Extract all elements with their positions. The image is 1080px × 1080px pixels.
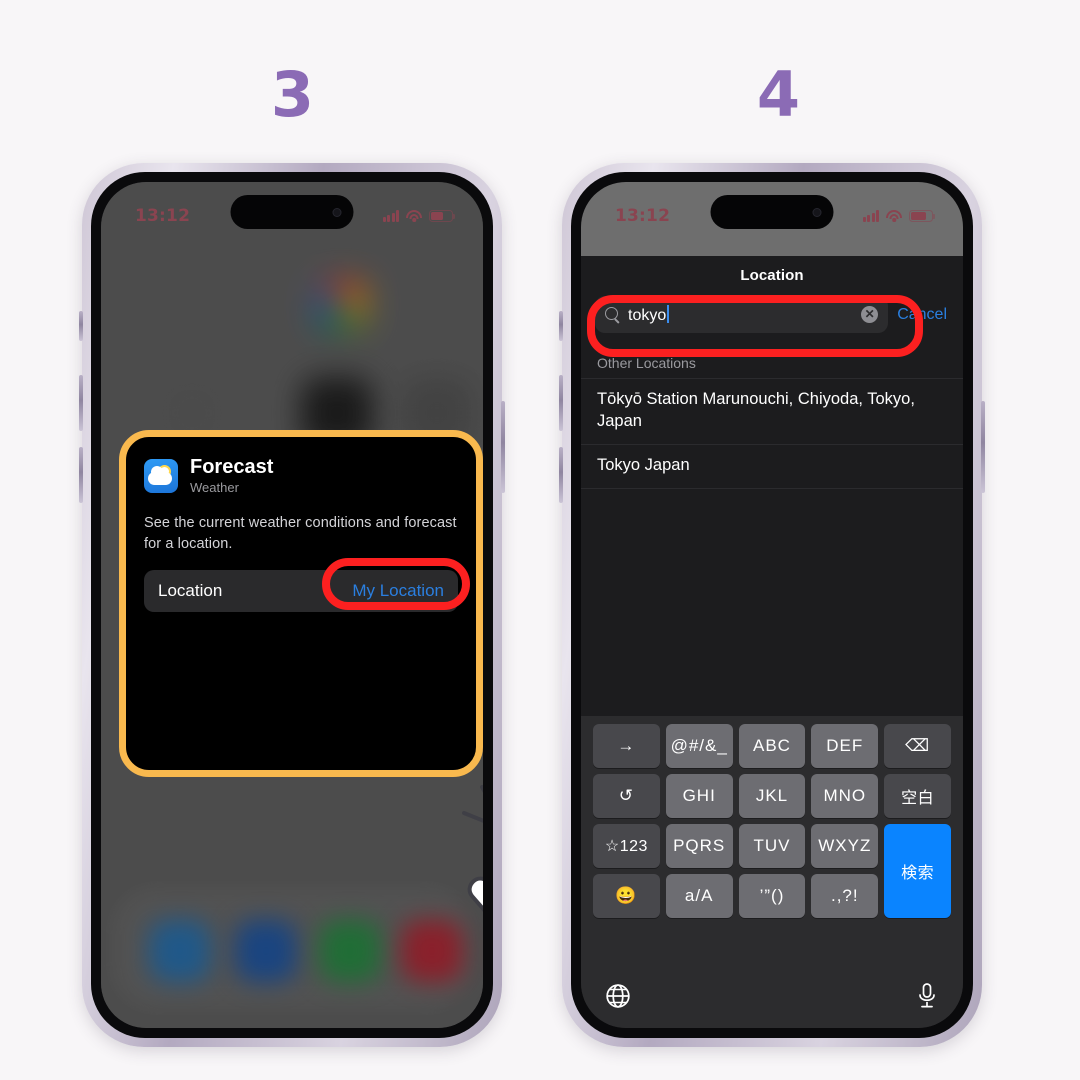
- dynamic-island: [230, 195, 354, 229]
- parameter-label: Location: [158, 581, 223, 601]
- key-abc[interactable]: ABC: [738, 724, 806, 768]
- highlight-ring-my-location: [322, 558, 470, 610]
- keyboard-bottom-bar: [581, 974, 963, 1028]
- front-camera-lens: [332, 207, 342, 217]
- list-item[interactable]: Tokyo Japan: [581, 443, 963, 488]
- step-number-3: 3: [270, 58, 314, 131]
- battery-icon: [909, 210, 936, 222]
- status-indicators: [862, 210, 936, 222]
- status-time: 13:12: [615, 206, 671, 226]
- key-punctuation[interactable]: .,?!: [811, 874, 879, 918]
- microphone-icon[interactable]: [915, 982, 939, 1010]
- phone-screen-step3: 13:12 Forecast Weather See the current w…: [101, 182, 483, 1028]
- key-backspace[interactable]: ⌫: [884, 724, 951, 768]
- dynamic-island: [710, 195, 834, 229]
- power-button[interactable]: [981, 401, 985, 493]
- status-time: 13:12: [135, 206, 191, 226]
- key-next[interactable]: →: [593, 724, 660, 768]
- silent-switch[interactable]: [559, 311, 563, 341]
- volume-up-button[interactable]: [79, 375, 83, 431]
- key-def[interactable]: DEF: [811, 724, 879, 768]
- list-item[interactable]: Tōkyō Station Marunouchi, Chiyoda, Tokyo…: [581, 378, 963, 444]
- widget-title: Forecast: [190, 456, 274, 478]
- key-wxyz[interactable]: WXYZ: [811, 824, 879, 868]
- phone-mockup-step3: 13:12 Forecast Weather See the current w…: [79, 163, 505, 1047]
- phone-mockup-step4: Location tokyo ✕ Cancel Other Locations: [559, 163, 985, 1047]
- key-space[interactable]: 空白: [884, 774, 951, 818]
- tutorial-canvas: 3 4 13:12 Forecast Weather See the curre…: [0, 0, 1080, 1080]
- volume-up-button[interactable]: [559, 375, 563, 431]
- widget-description: See the current weather conditions and f…: [144, 515, 457, 552]
- key-quotes[interactable]: ’”(): [738, 874, 806, 918]
- cellular-signal-icon: [382, 210, 399, 222]
- silent-switch[interactable]: [79, 311, 83, 341]
- key-undo[interactable]: ↺: [593, 774, 660, 818]
- widget-header: Forecast Weather: [144, 456, 458, 495]
- front-camera-lens: [812, 207, 822, 217]
- key-pqrs[interactable]: PQRS: [665, 824, 733, 868]
- wifi-icon: [886, 210, 902, 222]
- cellular-signal-icon: [862, 210, 879, 222]
- key-search-submit[interactable]: 検索: [884, 824, 951, 918]
- key-ghi[interactable]: GHI: [665, 774, 733, 818]
- location-search-sheet: Location tokyo ✕ Cancel Other Locations: [581, 182, 963, 1028]
- key-case[interactable]: a/A: [665, 874, 733, 918]
- search-results-list: Tōkyō Station Marunouchi, Chiyoda, Tokyo…: [581, 378, 963, 489]
- key-jkl[interactable]: JKL: [738, 774, 806, 818]
- weather-app-icon: [144, 458, 178, 493]
- volume-down-button[interactable]: [559, 447, 563, 503]
- wifi-icon: [406, 210, 422, 222]
- keyboard-grid: → @#/&_ ABC DEF ⌫ ↺ GHI JKL MNO 空白 ☆123 …: [585, 724, 959, 918]
- highlight-ring-search-field: [587, 295, 923, 357]
- key-emoji[interactable]: 😀: [593, 874, 660, 918]
- pointing-hand-cursor: [462, 785, 483, 912]
- power-button[interactable]: [501, 401, 505, 493]
- japanese-keyboard: → @#/&_ ABC DEF ⌫ ↺ GHI JKL MNO 空白 ☆123 …: [581, 716, 963, 1028]
- widget-config-card: Forecast Weather See the current weather…: [119, 430, 483, 777]
- key-tuv[interactable]: TUV: [738, 824, 806, 868]
- sheet-title: Location: [740, 267, 804, 284]
- phone-screen-step4: Location tokyo ✕ Cancel Other Locations: [581, 182, 963, 1028]
- status-indicators: [382, 210, 456, 222]
- key-numbers[interactable]: ☆123: [593, 824, 660, 868]
- key-symbols[interactable]: @#/&_: [665, 724, 733, 768]
- phone-bezel: 13:12 Forecast Weather See the current w…: [91, 172, 493, 1038]
- phone-bezel: Location tokyo ✕ Cancel Other Locations: [571, 172, 973, 1038]
- key-mno[interactable]: MNO: [811, 774, 879, 818]
- widget-subtitle: Weather: [190, 480, 239, 495]
- globe-icon[interactable]: [605, 983, 631, 1009]
- volume-down-button[interactable]: [79, 447, 83, 503]
- battery-icon: [429, 210, 456, 222]
- step-number-4: 4: [756, 58, 800, 131]
